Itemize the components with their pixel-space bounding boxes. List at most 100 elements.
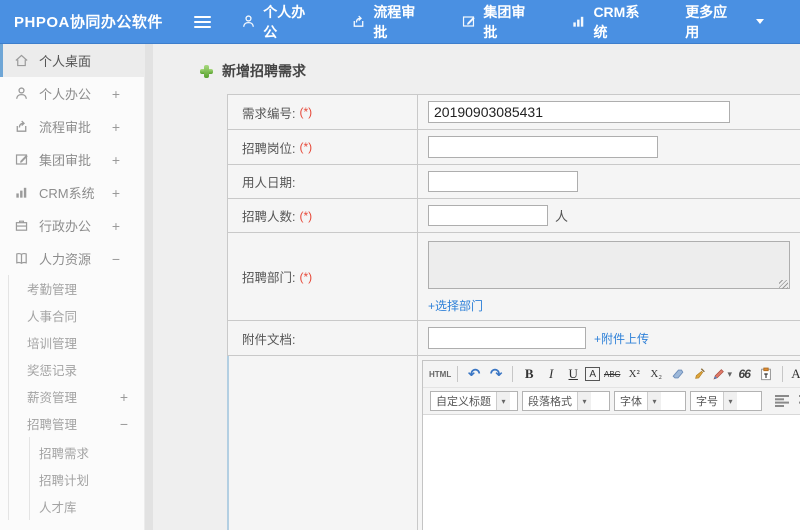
paste-clipboard-icon[interactable] — [756, 364, 776, 384]
sidebar-scrollbar[interactable] — [145, 44, 153, 530]
field-label: 岗位要求: (*) — [228, 356, 418, 530]
sidebar-item-label: 招聘需求 — [39, 447, 90, 461]
sidebar-item-label: 人才库 — [39, 501, 77, 515]
attachment-input[interactable] — [428, 327, 586, 349]
field-cell: +附件上传 — [418, 321, 800, 355]
superscript-button[interactable]: X² — [624, 364, 644, 384]
sidebar-item-reward-punishment[interactable]: 奖惩记录 — [9, 356, 144, 383]
expand-toggle[interactable]: + — [112, 119, 120, 135]
label-text: 招聘部门: — [242, 271, 296, 285]
eraser-icon[interactable] — [668, 364, 688, 384]
top-navigation: 个人办公 流程审批 集团审批 CRM系统 更多应用 — [241, 2, 800, 42]
sidebar-item-personal-office[interactable]: 个人办公 + — [0, 77, 144, 110]
collapse-toggle[interactable]: − — [120, 416, 128, 432]
label-text: 招聘人数: — [242, 210, 296, 224]
font-style-button[interactable]: A — [585, 367, 601, 381]
sidebar-item-attendance-mgmt[interactable]: 考勤管理 — [9, 275, 144, 302]
select-value: 字体 — [620, 396, 642, 408]
expand-toggle[interactable]: + — [112, 152, 120, 168]
expand-toggle[interactable]: + — [120, 389, 128, 405]
field-cell — [418, 165, 800, 198]
field-cell: +选择部门 — [418, 233, 800, 320]
nav-label: 流程审批 — [373, 3, 416, 40]
label-text: 用人日期: — [242, 176, 296, 190]
sidebar-item-recruitment-demand[interactable]: 招聘需求 — [30, 439, 144, 466]
underline-button[interactable]: U — [563, 364, 583, 384]
form-row-recruit-count: 招聘人数: (*) 人 — [228, 199, 800, 233]
recruit-post-input[interactable] — [428, 136, 658, 158]
alignment-buttons — [773, 391, 800, 411]
top-navbar: PHPOA协同办公软件 个人办公 流程审批 集团审批 CRM系统 更多应用 — [0, 0, 800, 44]
nav-item-more-apps[interactable]: 更多应用 — [685, 2, 764, 42]
collapse-toggle[interactable]: − — [112, 251, 120, 267]
font-size-select[interactable]: 字号 ▾ — [690, 391, 762, 411]
select-department-link[interactable]: +选择部门 — [428, 297, 483, 314]
person-icon — [14, 86, 30, 101]
redo-icon[interactable]: ↷ — [486, 364, 506, 384]
undo-icon[interactable]: ↶ — [464, 364, 484, 384]
nav-item-group-approval[interactable]: 集团审批 — [461, 2, 535, 42]
editor-toolbar-row2: 自定义标题 ▾ 段落格式 ▾ 字体 ▾ 字号 ▾ — [423, 388, 800, 414]
sidebar-item-salary-mgmt[interactable]: 薪资管理 + — [9, 383, 144, 410]
select-value: 段落格式 — [528, 396, 572, 408]
editor-toolbar-row1: HTML ↶ ↷ B I U A ABC X² X₂ ▾ 66 A — [423, 361, 800, 388]
bold-button[interactable]: B — [519, 364, 539, 384]
nav-item-crm-system[interactable]: CRM系统 — [571, 2, 649, 42]
select-value: 字号 — [696, 396, 718, 408]
sidebar-item-talent-pool[interactable]: 人才库 — [30, 493, 144, 520]
menu-toggle-icon[interactable] — [193, 13, 212, 31]
expand-toggle[interactable]: + — [112, 185, 120, 201]
format-clear-broom-icon[interactable] — [690, 364, 710, 384]
app-logo: PHPOA协同办公软件 — [14, 14, 163, 31]
nav-item-personal-office[interactable]: 个人办公 — [241, 2, 315, 42]
field-label: 招聘部门: (*) — [228, 233, 418, 320]
expand-toggle[interactable]: + — [112, 218, 120, 234]
form-row-recruit-post: 招聘岗位: (*) — [228, 130, 800, 165]
sidebar-item-personal-desktop[interactable]: 个人桌面 — [0, 44, 144, 77]
label-text: 需求编号: — [242, 106, 296, 121]
required-marker: (*) — [299, 269, 313, 284]
sidebar-item-personnel-contract[interactable]: 人事合同 — [9, 302, 144, 329]
field-label: 附件文档: — [228, 321, 418, 355]
person-icon — [241, 14, 256, 29]
paragraph-format-select[interactable]: 段落格式 ▾ — [522, 391, 610, 411]
sidebar-item-label: 行政办公 — [39, 219, 92, 234]
sidebar-item-human-resources[interactable]: 人力资源 − — [0, 242, 144, 275]
blockquote-button[interactable]: 66 — [734, 364, 754, 384]
sidebar-item-training-mgmt[interactable]: 培训管理 — [9, 329, 144, 356]
expand-toggle[interactable]: + — [112, 86, 120, 102]
field-label: 需求编号: (*) — [228, 95, 418, 129]
font-family-select[interactable]: 字体 ▾ — [614, 391, 686, 411]
font-color-button[interactable]: A ▾ — [789, 364, 800, 384]
sidebar-item-label: 人事合同 — [27, 310, 78, 324]
html-source-button[interactable]: HTML — [429, 364, 451, 384]
align-left-icon[interactable] — [774, 391, 790, 411]
employ-date-input[interactable] — [428, 171, 578, 192]
page-title-text: 新增招聘需求 — [222, 63, 306, 79]
demand-no-input[interactable] — [428, 101, 730, 123]
custom-heading-select[interactable]: 自定义标题 ▾ — [430, 391, 518, 411]
sidebar-item-crm-system[interactable]: CRM系统 + — [0, 176, 144, 209]
sidebar-item-recruitment-plan[interactable]: 招聘计划 — [30, 466, 144, 493]
format-painter-icon[interactable]: ▾ — [712, 364, 732, 384]
editor-content-area[interactable] — [423, 414, 800, 530]
italic-button[interactable]: I — [541, 364, 561, 384]
resize-handle-icon[interactable] — [779, 280, 788, 289]
subscript-button[interactable]: X₂ — [646, 364, 666, 384]
recruit-count-input[interactable] — [428, 205, 548, 226]
sidebar-item-admin-office[interactable]: 行政办公 + — [0, 209, 144, 242]
process-icon — [14, 119, 30, 134]
nav-item-workflow-approval[interactable]: 流程审批 — [351, 2, 425, 42]
sidebar-item-workflow-approval[interactable]: 流程审批 + — [0, 110, 144, 143]
attachment-upload-link[interactable]: +附件上传 — [594, 330, 649, 347]
sidebar-item-label: 培训管理 — [27, 337, 78, 351]
sidebar-item-recruitment-mgmt[interactable]: 招聘管理 − — [9, 410, 144, 437]
field-cell — [418, 95, 800, 129]
strikethrough-button[interactable]: ABC — [602, 364, 622, 384]
sidebar-item-group-approval[interactable]: 集团审批 + — [0, 143, 144, 176]
nav-label: 个人办公 — [263, 3, 306, 40]
rich-text-editor: HTML ↶ ↷ B I U A ABC X² X₂ ▾ 66 A 自定义标题 … — [422, 360, 800, 530]
field-cell: 人 — [418, 199, 800, 232]
recruit-dept-textarea[interactable] — [428, 241, 790, 289]
sidebar-item-label: 集团审批 — [39, 153, 92, 168]
